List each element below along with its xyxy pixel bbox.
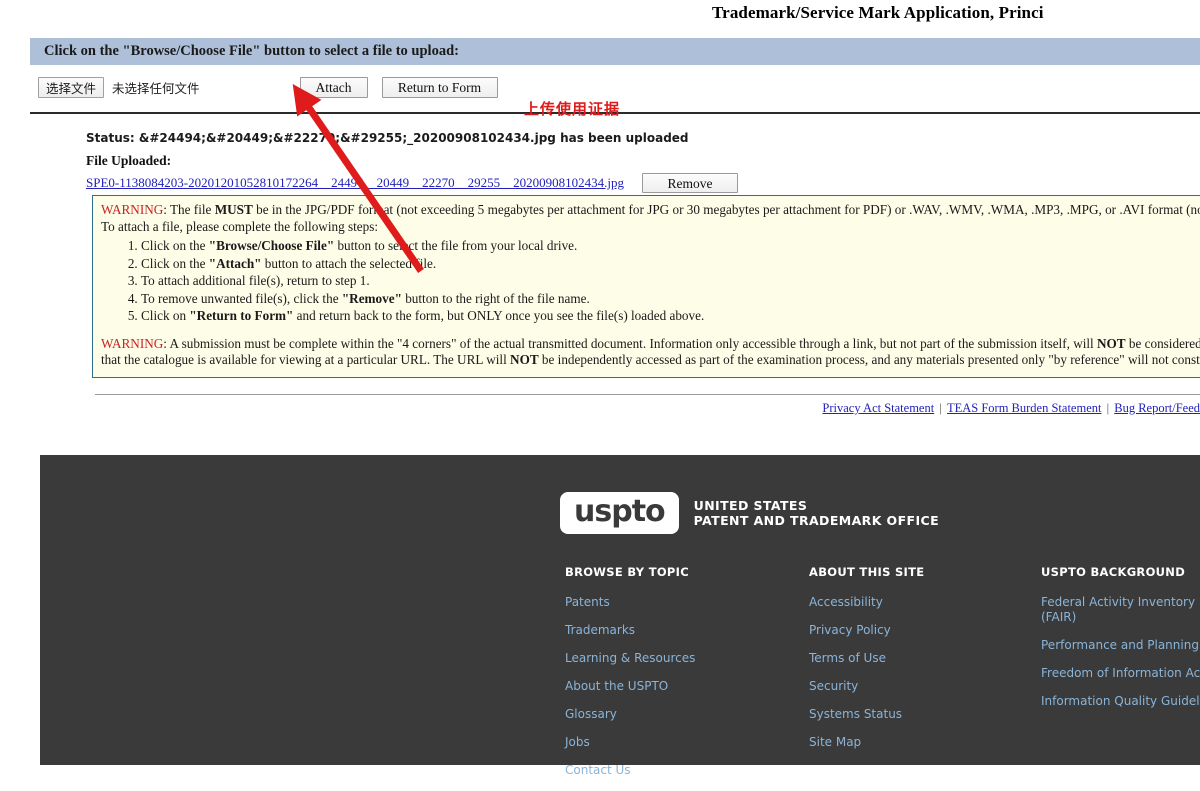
uspto-logo-line2: PATENT AND TRADEMARK OFFICE xyxy=(693,513,940,528)
attach-step-item: To remove unwanted file(s), click the "R… xyxy=(141,290,1200,308)
warning-box: WARNING: The file MUST be in the JPG/PDF… xyxy=(92,195,1200,378)
legal-footer-link[interactable]: Bug Report/Feed xyxy=(1114,401,1200,415)
uspto-footer: uspto UNITED STATES PATENT AND TRADEMARK… xyxy=(40,455,1200,777)
divider-footer-top xyxy=(95,394,1200,395)
attach-step-item: To attach additional file(s), return to … xyxy=(141,272,1200,290)
page-title: Trademark/Service Mark Application, Prin… xyxy=(712,3,1044,22)
footer-nav-link[interactable]: About the USPTO xyxy=(565,679,755,694)
warning-second-line1: : A submission must be complete within t… xyxy=(163,335,1200,351)
instruction-bar-text: Click on the "Browse/Choose File" button… xyxy=(44,43,459,59)
footer-nav-link[interactable]: Jobs xyxy=(565,735,755,750)
legal-footer-link[interactable]: TEAS Form Burden Statement xyxy=(947,401,1102,415)
warning-second-paragraph-line2: that the catalogue is available for view… xyxy=(101,352,1200,367)
instruction-bar: Click on the "Browse/Choose File" button… xyxy=(30,38,1200,65)
footer-nav-link[interactable]: Terms of Use xyxy=(809,651,987,666)
footer-column: ABOUT THIS SITE Accessibility Privacy Poli… xyxy=(809,565,987,791)
footer-link-columns: BROWSE BY TOPIC Patents Trademarks Learning… xyxy=(565,565,1200,791)
annotation-text: 上传使用证据 xyxy=(524,100,621,118)
footer-column-heading: BROWSE BY TOPIC xyxy=(565,565,689,579)
no-file-selected-label: 未选择任何文件 xyxy=(112,80,200,96)
file-chooser-row: 选择文件 未选择任何文件 Attach Return to Form xyxy=(38,76,498,98)
footer-nav-link[interactable]: Glossary xyxy=(565,707,755,722)
attach-step-item: Click on "Return to Form" and return bac… xyxy=(141,307,1200,325)
file-input[interactable]: 选择文件 未选择任何文件 xyxy=(38,76,200,98)
warning-label-1: WARNING xyxy=(101,202,164,217)
footer-nav-link[interactable]: Patents xyxy=(565,595,755,610)
file-uploaded-label: File Uploaded: xyxy=(86,153,172,168)
upload-status-text: Status: &#24494;&#20449;&#22270;&#29255;… xyxy=(86,131,689,145)
attach-steps-list: Click on the "Browse/Choose File" button… xyxy=(101,237,1200,325)
warning-first-line: : The file MUST be in the JPG/PDF format… xyxy=(163,202,1200,217)
footer-nav-link[interactable]: Security xyxy=(809,679,987,694)
uspto-logo: uspto UNITED STATES PATENT AND TRADEMARK… xyxy=(560,492,939,534)
legal-footer-link[interactable]: Privacy Act Statement xyxy=(822,401,934,415)
footer-nav-link[interactable]: Learning & Resources xyxy=(565,651,755,666)
footer-nav-link[interactable]: Site Map xyxy=(809,735,987,750)
footer-link-separator: | xyxy=(1103,401,1113,415)
footer-nav-link[interactable]: Accessibility xyxy=(809,595,987,610)
remove-button[interactable]: Remove xyxy=(641,173,738,193)
attach-step-item: Click on the "Browse/Choose File" button… xyxy=(141,237,1200,255)
uploaded-file-row: SPE0-1138084203-20201201052810172264__24… xyxy=(86,173,738,193)
uspto-logo-text: UNITED STATES PATENT AND TRADEMARK OFFIC… xyxy=(694,498,939,528)
warning-second-paragraph-line1: WARNING: A submission must be complete w… xyxy=(101,336,1200,353)
attach-button[interactable]: Attach xyxy=(299,76,368,98)
warning-steps-intro: To attach a file, please complete the fo… xyxy=(101,218,379,234)
footer-nav-link[interactable]: Trademarks xyxy=(565,623,755,638)
choose-file-button[interactable]: 选择文件 xyxy=(38,76,105,98)
footer-nav-link[interactable]: Information Quality Guidelines xyxy=(1041,694,1200,709)
footer-nav-link[interactable]: Systems Status xyxy=(809,707,987,722)
footer-column-heading: USPTO BACKGROUND xyxy=(1041,565,1186,579)
footer-nav-link[interactable]: Contact Us xyxy=(565,763,755,778)
footer-column: BROWSE BY TOPIC Patents Trademarks Learning… xyxy=(565,565,755,791)
footer-column-heading: ABOUT THIS SITE xyxy=(809,565,925,579)
uspto-wordmark: uspto xyxy=(560,492,679,534)
warning-label-2: WARNING xyxy=(101,335,164,351)
footer-nav-link[interactable]: Federal Activity Inventory Refor(FAIR) xyxy=(1041,595,1200,625)
footer-column: USPTO BACKGROUND Federal Activity Invento… xyxy=(1041,565,1200,791)
uspto-logo-line1: UNITED STATES xyxy=(693,498,808,513)
footer-nav-link[interactable]: Privacy Policy xyxy=(809,623,987,638)
footer-link-separator: | xyxy=(936,401,945,415)
footer-nav-link[interactable]: Freedom of Information Act xyxy=(1041,666,1200,681)
attach-step-item: Click on the "Attach" button to attach t… xyxy=(141,255,1200,273)
warning-first-paragraph: WARNING: The file MUST be in the JPG/PDF… xyxy=(101,202,1200,219)
page-header: Trademark/Service Mark Application, Prin… xyxy=(0,0,1200,26)
uploaded-file-link[interactable]: SPE0-1138084203-20201201052810172264__24… xyxy=(86,175,624,191)
footer-nav-link[interactable]: Performance and Planning xyxy=(1041,638,1200,653)
legal-footer-links: Privacy Act Statement | TEAS Form Burden… xyxy=(95,401,1200,416)
return-to-form-button[interactable]: Return to Form xyxy=(381,76,498,98)
